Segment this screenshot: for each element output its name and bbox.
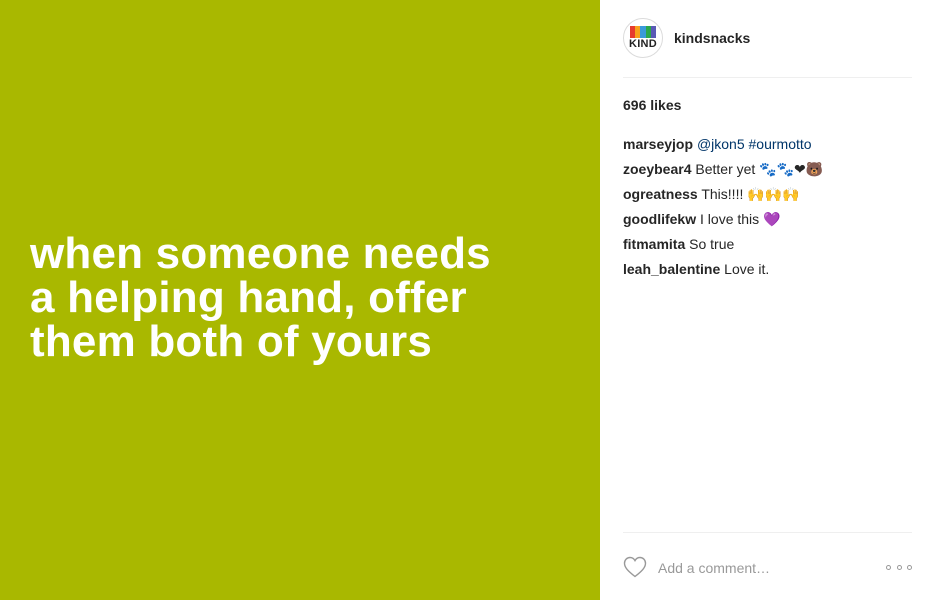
likes-count[interactable]: 696 likes [623, 97, 681, 113]
add-comment-input[interactable] [658, 558, 878, 578]
avatar[interactable]: KIND [623, 18, 663, 58]
post-image[interactable]: when someone needs a helping hand, offer… [0, 0, 600, 600]
comment-mention-link[interactable]: @jkon5 #ourmotto [697, 136, 812, 152]
comment-item: ogreatness This!!!! 🙌🙌🙌 [623, 186, 912, 211]
comment-item: marseyjop @jkon5 #ourmotto [623, 136, 912, 161]
comment-item: fitmamita So true [623, 236, 912, 261]
kind-logo-text: KIND [628, 38, 658, 50]
comment-text: Love it. [724, 261, 770, 277]
comment-text: So true [689, 236, 735, 252]
comment-author-link[interactable]: zoeybear4 [623, 161, 691, 177]
dot-icon [886, 564, 891, 570]
more-options-icon[interactable] [886, 563, 912, 571]
comment-author-link[interactable]: ogreatness [623, 186, 698, 202]
heart-icon[interactable] [623, 556, 647, 578]
comment-author-link[interactable]: marseyjop [623, 136, 693, 152]
comment-text: This!!!! [701, 186, 744, 202]
comment-author-link[interactable]: goodlifekw [623, 211, 696, 227]
dot-icon [896, 564, 902, 570]
comment-emoji: 💜 [763, 212, 781, 228]
post-header: KIND kindsnacks [623, 18, 912, 78]
dot-icon [907, 564, 912, 570]
comment-item: goodlifekw I love this 💜 [623, 211, 912, 236]
comment-item: leah_balentine Love it. [623, 261, 912, 286]
post-footer [623, 532, 912, 600]
comment-author-link[interactable]: leah_balentine [623, 261, 720, 277]
post-quote-text: when someone needs a helping hand, offer… [30, 229, 491, 366]
comment-list: marseyjop @jkon5 #ourmotto zoeybear4 Bett… [623, 136, 912, 286]
comment-item: zoeybear4 Better yet 🐾🐾❤🐻 [623, 161, 912, 186]
kind-logo-blocks [630, 26, 657, 38]
comment-emoji: 🙌🙌🙌 [747, 187, 800, 203]
username-link[interactable]: kindsnacks [674, 30, 750, 46]
comment-emoji: 🐾🐾❤🐻 [759, 162, 824, 178]
comment-text: Better yet [695, 161, 756, 177]
post-sidebar: KIND kindsnacks 696 likes marseyjop @jko… [600, 0, 935, 600]
comment-author-link[interactable]: fitmamita [623, 236, 685, 252]
logo-color-block [650, 26, 657, 38]
comment-text: I love this [700, 211, 760, 227]
instagram-post-frame: when someone needs a helping hand, offer… [0, 0, 935, 600]
